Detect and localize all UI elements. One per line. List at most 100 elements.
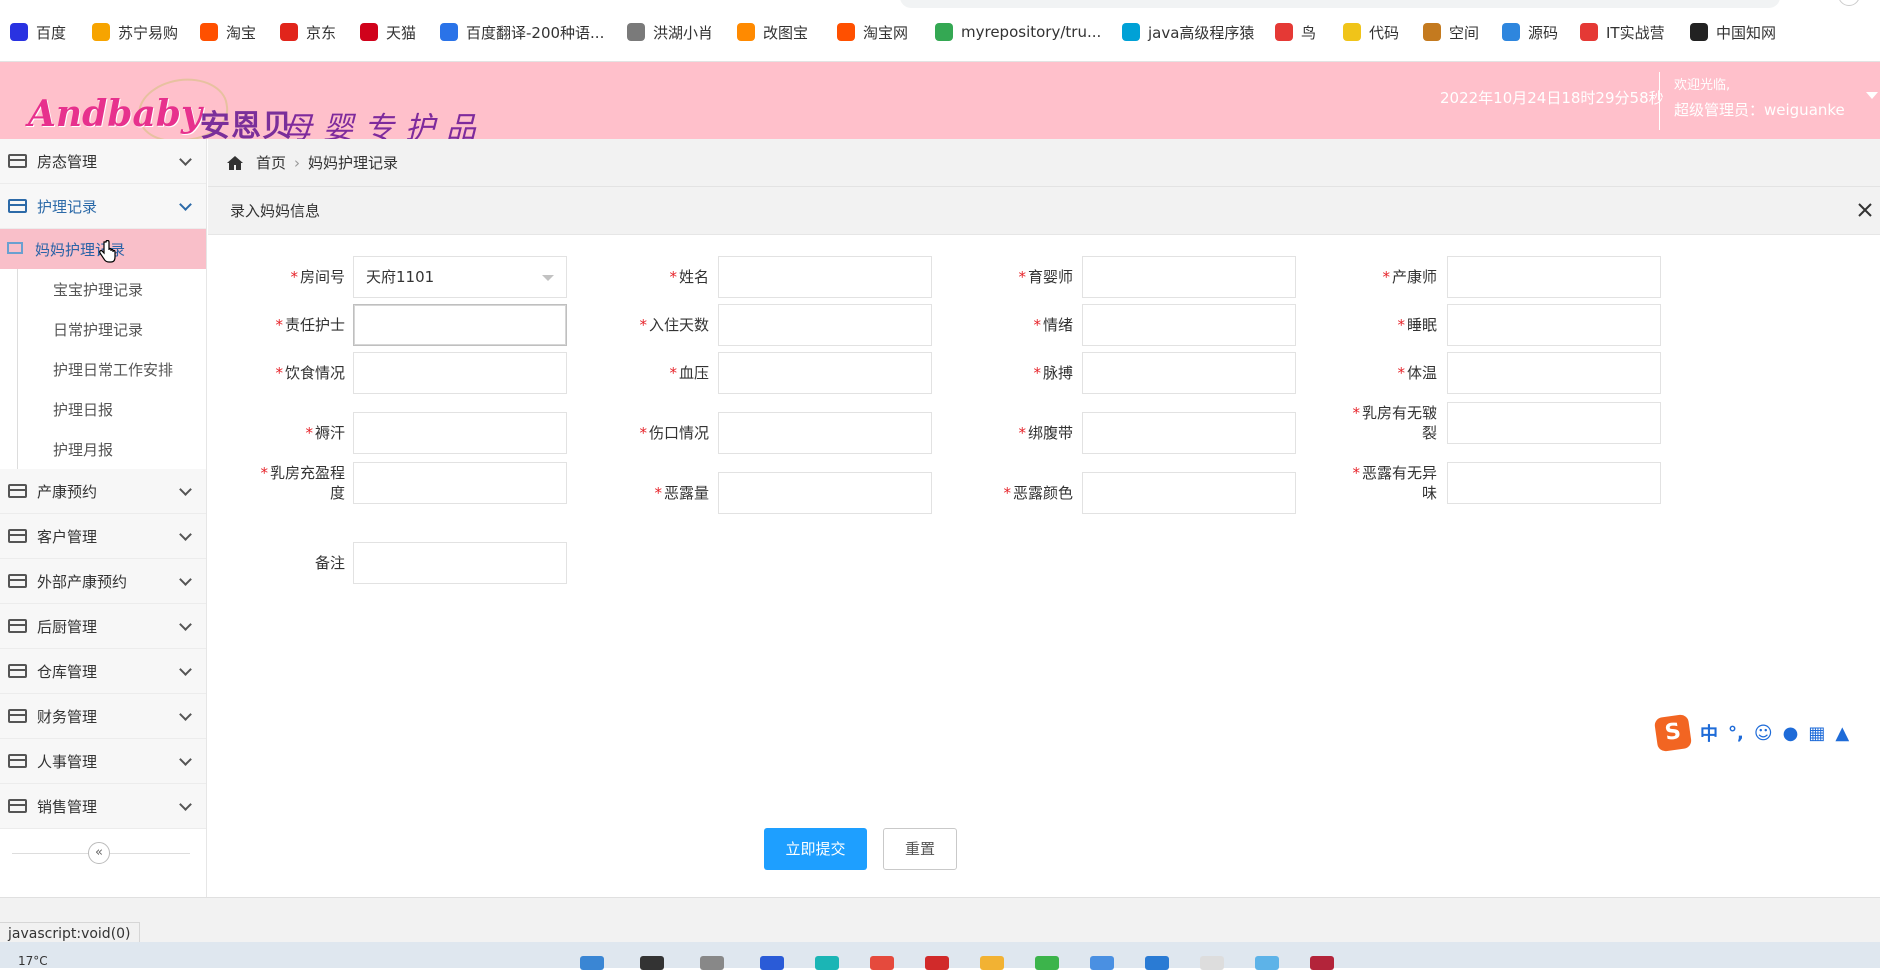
form-input[interactable] [353, 542, 567, 584]
form-input[interactable] [1447, 462, 1661, 504]
chevron-down-icon [179, 198, 192, 211]
form-input[interactable] [353, 462, 567, 504]
required-mark: * [669, 364, 677, 382]
form-input[interactable] [1082, 256, 1296, 298]
required-mark: * [1033, 316, 1041, 334]
required-mark: * [275, 316, 283, 334]
logo-en: Andbaby [28, 93, 202, 135]
form-input[interactable] [1447, 402, 1661, 444]
skin-icon[interactable]: ▲ [1835, 723, 1849, 744]
required-mark: * [1033, 364, 1041, 382]
keyboard-icon[interactable]: ▦ [1808, 723, 1825, 744]
sidebar-menu-item[interactable]: 后厨管理 [0, 604, 206, 649]
close-icon[interactable] [1856, 201, 1874, 219]
submit-button[interactable]: 立即提交 [764, 828, 867, 870]
bookmark-item[interactable]: 源码 [1502, 20, 1558, 44]
form-input[interactable] [1447, 352, 1661, 394]
ime-toolbar[interactable]: S 中 °, ☺ ● ▦ ▲ [1653, 713, 1880, 753]
sidebar-menu-label: 销售管理 [37, 797, 98, 816]
sidebar-subitem[interactable]: 护理日报 [17, 389, 206, 429]
emoji-icon[interactable]: ☺ [1754, 723, 1773, 744]
sidebar-menu-label: 人事管理 [37, 752, 98, 771]
room-select[interactable]: 天府1101 [353, 256, 567, 298]
bookmark-item[interactable]: IT实战营 [1580, 20, 1665, 44]
form-input[interactable] [718, 352, 932, 394]
sidebar-menu-label: 护理记录 [37, 197, 98, 216]
bookmark-item[interactable]: 洪湖小肖 [627, 20, 713, 44]
sidebar-subitem-label: 护理日常工作安排 [53, 360, 174, 379]
bookmark-item[interactable]: 鸟 [1275, 20, 1316, 44]
bookmark-item[interactable]: myrepository/tru... [935, 20, 1101, 44]
bookmark-item[interactable]: 百度 [10, 20, 66, 44]
bookmark-item[interactable]: 百度翻译-200种语... [440, 20, 604, 44]
form-input[interactable] [718, 256, 932, 298]
bookmark-item[interactable]: 天猫 [360, 20, 416, 44]
form-input[interactable] [718, 304, 932, 346]
sidebar-subitem-label: 宝宝护理记录 [53, 280, 144, 299]
form-input[interactable] [1082, 304, 1296, 346]
collapse-sidebar-icon[interactable]: « [88, 842, 110, 864]
form-label: * 饮食情况 [225, 363, 345, 383]
sidebar-subitem[interactable]: 护理月报 [17, 429, 206, 469]
sidebar-menu-item[interactable]: 销售管理 [0, 784, 206, 829]
sidebar-menu-item[interactable]: 房态管理 [0, 139, 206, 184]
form-input[interactable] [353, 412, 567, 454]
required-mark: * [290, 268, 298, 286]
form-input[interactable] [718, 412, 932, 454]
bookmark-label: 淘宝 [226, 23, 257, 42]
breadcrumb-home[interactable]: 首页 [256, 152, 286, 173]
sidebar-menu-item[interactable]: 人事管理 [0, 739, 206, 784]
form-input[interactable] [353, 352, 567, 394]
fish-icon [1502, 23, 1520, 41]
paw-icon [10, 23, 28, 41]
bookmark-item[interactable]: 京东 [280, 20, 336, 44]
bookmark-item[interactable]: 淘宝 [200, 20, 256, 44]
chevron-down-icon [179, 573, 192, 586]
bookmark-item[interactable]: java高级程序猿 [1122, 20, 1254, 44]
form-label: 备注 [225, 553, 345, 573]
required-mark: * [669, 268, 677, 286]
card-icon [8, 529, 27, 543]
form-input[interactable] [1447, 256, 1661, 298]
card-icon [8, 154, 27, 168]
profile-button[interactable] [1838, 0, 1860, 6]
sidebar-menu-item[interactable]: 产康预约 [0, 469, 206, 514]
bookmark-label: myrepository/tru... [961, 23, 1102, 41]
ime-punct[interactable]: °, [1728, 723, 1744, 744]
sidebar-menu-item[interactable]: 外部产康预约 [0, 559, 206, 604]
form-input[interactable] [1082, 472, 1296, 514]
reset-button[interactable]: 重置 [883, 828, 957, 870]
ime-mode[interactable]: 中 [1700, 720, 1718, 746]
bookmark-item[interactable]: 改图宝 [737, 20, 808, 44]
sogou-logo-icon[interactable]: S [1653, 713, 1693, 753]
form-input[interactable] [1082, 352, 1296, 394]
sidebar-subitem[interactable]: 日常护理记录 [17, 309, 206, 349]
home-icon[interactable] [226, 155, 244, 171]
sidebar-menu-item[interactable]: 财务管理 [0, 694, 206, 739]
bookmark-item[interactable]: 代码 [1343, 20, 1399, 44]
form-input[interactable] [353, 304, 567, 346]
form-input[interactable] [718, 472, 932, 514]
sidebar-menu-item[interactable]: 护理记录 [0, 184, 206, 229]
panel-title: 录入妈妈信息 [230, 202, 321, 220]
sidebar-menu-label: 仓库管理 [37, 662, 98, 681]
sidebar-menu-item[interactable]: 仓库管理 [0, 649, 206, 694]
bookmark-item[interactable]: 空间 [1423, 20, 1479, 44]
sidebar-menu-item[interactable]: 客户管理 [0, 514, 206, 559]
caret-down-icon[interactable] [1866, 92, 1878, 99]
form-input[interactable] [1082, 412, 1296, 454]
sidebar-subitem[interactable]: 护理日常工作安排 [17, 349, 206, 389]
form-label-text: 恶露有无异味 [1361, 464, 1437, 502]
mic-icon[interactable]: ● [1783, 723, 1799, 744]
form-label: * 房间号 [225, 267, 345, 287]
chevron-down-icon [179, 483, 192, 496]
form-label: * 脉搏 [953, 363, 1073, 383]
sidebar-subitem[interactable]: 宝宝护理记录 [17, 269, 206, 309]
user-menu[interactable]: 欢迎光临, 超级管理员：weiguanke [1659, 72, 1878, 130]
bookmark-item[interactable]: 淘宝网 [837, 20, 908, 44]
form-label-text: 入住天数 [648, 316, 709, 334]
bookmark-item[interactable]: 中国知网 [1690, 20, 1776, 44]
address-bar[interactable] [900, 0, 1780, 8]
bookmark-item[interactable]: 苏宁易购 [92, 20, 178, 44]
form-input[interactable] [1447, 304, 1661, 346]
